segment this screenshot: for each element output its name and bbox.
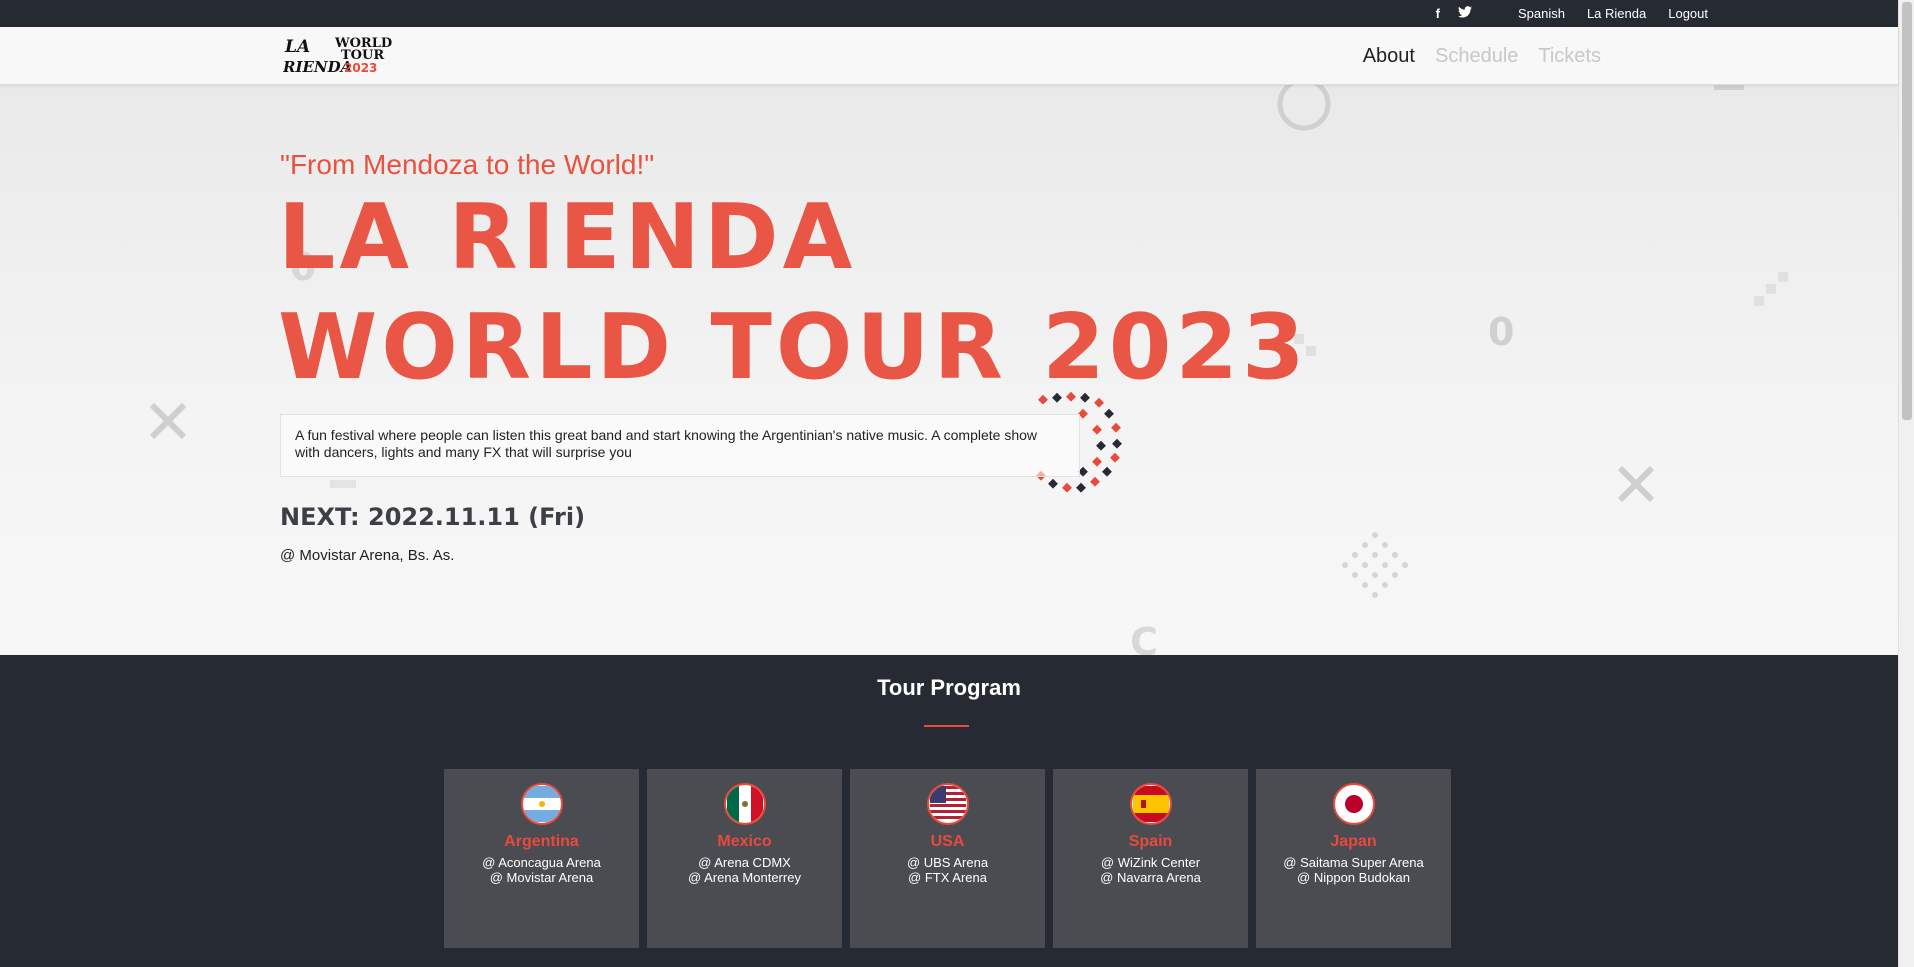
hero-title-line2: WORLD TOUR 2023 bbox=[278, 295, 1309, 400]
band-link[interactable]: La Rienda bbox=[1587, 6, 1646, 21]
scrollbar-thumb[interactable] bbox=[1902, 2, 1912, 420]
tour-card-venues: @ Arena CDMX @ Arena Monterrey bbox=[647, 855, 842, 885]
tour-card-argentina[interactable]: Argentina @ Aconcagua Arena @ Movistar A… bbox=[444, 769, 639, 948]
tour-card-venues: @ UBS Arena @ FTX Arena bbox=[850, 855, 1045, 885]
hero-section: 0 0 C "From Mendoza to the World!" LA RI… bbox=[0, 85, 1898, 655]
page-scrollbar[interactable] bbox=[1898, 0, 1914, 967]
tour-card-venue: @ Movistar Arena bbox=[489, 870, 594, 885]
tour-card-mexico[interactable]: Mexico @ Arena CDMX @ Arena Monterrey bbox=[647, 769, 842, 948]
argentina-flag-icon bbox=[520, 783, 563, 825]
tour-card-country: Japan bbox=[1330, 833, 1377, 850]
tour-card-usa[interactable]: USA @ UBS Arena @ FTX Arena bbox=[850, 769, 1045, 948]
tour-card-venues: @ Aconcagua Arena @ Movistar Arena bbox=[444, 855, 639, 885]
next-show-venue: @ Movistar Arena, Bs. As. bbox=[280, 547, 455, 564]
twitter-icon[interactable] bbox=[1457, 6, 1472, 21]
tour-card-country: Mexico bbox=[717, 833, 772, 850]
tour-cards: Argentina @ Aconcagua Arena @ Movistar A… bbox=[444, 769, 1451, 948]
language-link[interactable]: Spanish bbox=[1518, 6, 1565, 21]
tour-card-venue: @ Navarra Arena bbox=[1100, 870, 1201, 885]
tour-card-venue: @ Arena Monterrey bbox=[688, 870, 801, 885]
nav-schedule[interactable]: Schedule bbox=[1435, 45, 1518, 68]
site-logo[interactable]: LA RIENDA WORLD TOUR 2023 bbox=[282, 33, 393, 77]
nav-tickets[interactable]: Tickets bbox=[1538, 45, 1601, 68]
spain-flag-icon bbox=[1129, 783, 1172, 825]
hero-title-line1: LA RIENDA bbox=[278, 185, 857, 290]
nav-links: About Schedule Tickets bbox=[1363, 27, 1601, 85]
hero-title: LA RIENDA WORLD TOUR 2023 bbox=[278, 183, 1309, 403]
tour-card-country: USA bbox=[930, 833, 965, 850]
tour-card-japan[interactable]: Japan @ Saitama Super Arena @ Nippon Bud… bbox=[1256, 769, 1451, 948]
mexico-flag-icon bbox=[723, 783, 766, 825]
tour-card-venues: @ WiZink Center @ Navarra Arena bbox=[1053, 855, 1248, 885]
logo-graphic: LA RIENDA WORLD TOUR 2023 bbox=[282, 36, 392, 76]
hero-description: A fun festival where people can listen t… bbox=[280, 414, 1080, 477]
tour-card-venue: @ Saitama Super Arena bbox=[1283, 855, 1424, 870]
tour-card-spain[interactable]: Spain @ WiZink Center @ Navarra Arena bbox=[1053, 769, 1248, 948]
logout-link[interactable]: Logout bbox=[1668, 6, 1708, 21]
social-links: f bbox=[1436, 6, 1472, 21]
top-bar-links: f Spanish La Rienda Logout bbox=[1436, 0, 1708, 27]
main-navbar: LA RIENDA WORLD TOUR 2023 About Schedule… bbox=[0, 27, 1898, 85]
svg-text:C: C bbox=[1130, 620, 1158, 655]
japan-flag-icon bbox=[1332, 783, 1375, 825]
tour-program-section: Tour Program Argentina @ Aconcagua Arena… bbox=[0, 655, 1898, 967]
tour-card-venue: @ FTX Arena bbox=[908, 870, 987, 885]
facebook-icon[interactable]: f bbox=[1436, 6, 1440, 21]
section-underline bbox=[924, 725, 969, 727]
tour-card-country: Spain bbox=[1128, 833, 1173, 850]
svg-text:2023: 2023 bbox=[344, 61, 377, 75]
hero-tagline: "From Mendoza to the World!" bbox=[280, 149, 655, 180]
tour-card-venue: @ Arena CDMX bbox=[698, 855, 791, 870]
tour-card-venue: @ Aconcagua Arena bbox=[482, 855, 601, 870]
top-bar: f Spanish La Rienda Logout bbox=[0, 0, 1898, 27]
next-show-date: NEXT: 2022.11.11 (Fri) bbox=[280, 503, 586, 531]
tour-card-venue: @ UBS Arena bbox=[906, 855, 989, 870]
tour-card-venue: @ Nippon Budokan bbox=[1297, 870, 1410, 885]
svg-text:LA: LA bbox=[284, 37, 310, 57]
usa-flag-icon bbox=[926, 783, 969, 825]
tour-card-venue: @ WiZink Center bbox=[1100, 855, 1201, 870]
tour-program-title: Tour Program bbox=[877, 675, 1021, 700]
tour-card-venues: @ Saitama Super Arena @ Nippon Budokan bbox=[1256, 855, 1451, 885]
tour-card-country: Argentina bbox=[504, 833, 579, 850]
nav-about[interactable]: About bbox=[1363, 45, 1415, 68]
svg-text:0: 0 bbox=[1488, 310, 1514, 354]
